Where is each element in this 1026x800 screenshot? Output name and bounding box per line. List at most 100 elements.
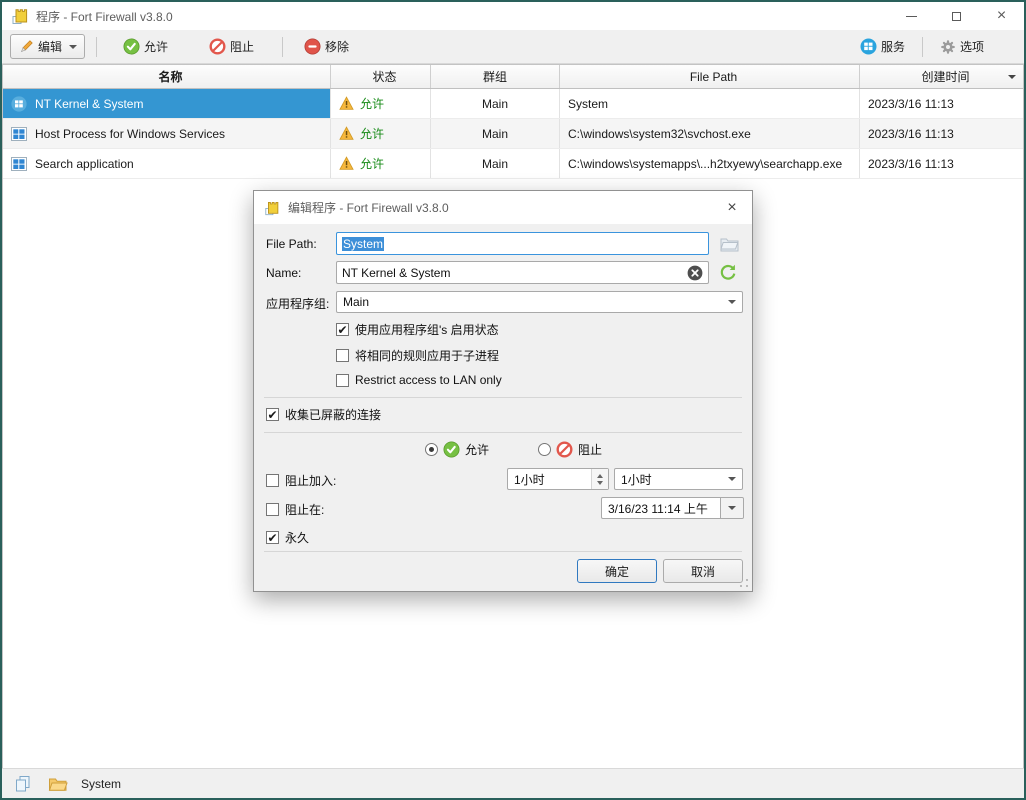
column-header-name[interactable]: 名称	[3, 65, 331, 88]
maximize-button[interactable]	[934, 2, 979, 30]
block-at-checkbox[interactable]: 阻止在:	[266, 501, 324, 518]
cell-group: Main	[431, 89, 560, 118]
lan-only-checkbox[interactable]: Restrict access to LAN only	[336, 373, 502, 387]
copy-path-icon[interactable]	[14, 775, 32, 793]
status-bar: System	[2, 768, 1024, 798]
main-toolbar: 编辑 允许 阻止 移除	[2, 30, 1024, 64]
cell-status: 允许	[331, 89, 431, 118]
cell-filepath: C:\windows\system32\svchost.exe	[560, 119, 860, 148]
window-title: 程序 - Fort Firewall v3.8.0	[36, 8, 173, 25]
spinner-buttons[interactable]	[591, 469, 608, 489]
open-folder-icon[interactable]	[48, 775, 68, 793]
cell-group: Main	[431, 119, 560, 148]
warning-triangle-icon	[339, 156, 354, 171]
block-radio-label: 阻止	[578, 441, 602, 458]
close-icon: ×	[727, 199, 736, 217]
remove-button[interactable]: 移除	[298, 35, 355, 58]
block-after-unit-select[interactable]: 1小时	[614, 468, 743, 490]
child-process-rules-checkbox[interactable]: 将相同的规则应用于子进程	[336, 347, 499, 364]
block-prohibition-icon	[209, 38, 226, 55]
sort-descending-icon	[1008, 75, 1016, 79]
allow-button[interactable]: 允许	[117, 35, 174, 58]
close-button[interactable]: ×	[979, 2, 1024, 30]
edit-button[interactable]: 编辑	[10, 34, 85, 59]
name-label: Name:	[266, 266, 301, 280]
app-window: 程序 - Fort Firewall v3.8.0 × 编辑 允许	[0, 0, 1026, 800]
windows-app-icon	[11, 96, 27, 112]
refresh-name-icon[interactable]	[719, 263, 737, 281]
cell-name: Host Process for Windows Services	[3, 119, 331, 148]
spin-down-icon	[597, 481, 603, 485]
checkbox-unchecked	[266, 503, 279, 516]
dialog-title-bar: 编辑程序 - Fort Firewall v3.8.0 ×	[254, 191, 752, 224]
block-after-label: 阻止加入:	[285, 472, 336, 489]
column-header-created[interactable]: 创建时间	[860, 65, 1023, 88]
cell-name: Search application	[3, 149, 331, 178]
cell-created: 2023/3/16 11:13	[860, 149, 1023, 178]
dialog-title: 编辑程序 - Fort Firewall v3.8.0	[288, 199, 449, 216]
status-path-label: System	[81, 777, 121, 791]
dialog-close-button[interactable]: ×	[712, 191, 752, 224]
allow-label: 允许	[144, 38, 168, 55]
separator	[264, 432, 742, 433]
edit-label: 编辑	[38, 38, 62, 55]
cancel-button[interactable]: 取消	[663, 559, 743, 583]
fort-firewall-logo-icon	[264, 200, 280, 216]
windows-app-icon	[11, 156, 27, 172]
permanent-label: 永久	[285, 529, 309, 546]
cell-group: Main	[431, 149, 560, 178]
remove-minus-icon	[304, 38, 321, 55]
block-radio[interactable]: 阻止	[538, 441, 602, 458]
chevron-down-icon	[728, 477, 736, 481]
separator	[264, 397, 742, 398]
clear-input-icon[interactable]	[687, 265, 703, 281]
block-prohibition-icon	[556, 441, 573, 458]
datetime-dropdown-button[interactable]	[720, 498, 743, 518]
child-process-rules-label: 将相同的规则应用于子进程	[355, 347, 499, 364]
collect-blocked-checkbox[interactable]: ✔ 收集已屏蔽的连接	[266, 406, 381, 423]
warning-triangle-icon	[339, 126, 354, 141]
edit-program-dialog: 编辑程序 - Fort Firewall v3.8.0 × File Path:…	[253, 190, 753, 592]
options-button[interactable]: 选项	[934, 35, 990, 58]
ok-button[interactable]: 确定	[577, 559, 657, 583]
block-at-label: 阻止在:	[285, 501, 324, 518]
services-windows-icon	[860, 38, 877, 55]
block-after-checkbox[interactable]: 阻止加入:	[266, 472, 336, 489]
toolbar-separator	[282, 37, 283, 57]
table-row[interactable]: NT Kernel & System 允许 Main System 2023/3…	[3, 89, 1023, 119]
table-row[interactable]: Search application 允许 Main C:\windows\sy…	[3, 149, 1023, 179]
cell-filepath: C:\windows\systemapps\...h2txyewy\search…	[560, 149, 860, 178]
windows-app-icon	[11, 126, 27, 142]
services-button[interactable]: 服务	[854, 35, 911, 58]
app-group-value: Main	[343, 295, 369, 309]
column-header-group[interactable]: 群组	[431, 65, 560, 88]
maximize-icon	[952, 12, 961, 21]
table-row[interactable]: Host Process for Windows Services 允许 Mai…	[3, 119, 1023, 149]
block-at-datetime-picker[interactable]: 3/16/23 11:14 上午	[601, 497, 744, 519]
file-path-input[interactable]: System	[336, 232, 709, 255]
block-button[interactable]: 阻止	[203, 35, 260, 58]
block-after-amount-value: 1小时	[514, 471, 545, 488]
cell-status: 允许	[331, 119, 431, 148]
gear-icon	[940, 39, 956, 55]
file-path-label: File Path:	[266, 237, 317, 251]
column-header-filepath[interactable]: File Path	[560, 65, 860, 88]
minimize-button[interactable]	[889, 2, 934, 30]
name-input[interactable]: NT Kernel & System	[336, 261, 709, 284]
separator	[264, 551, 742, 552]
chevron-down-icon	[69, 45, 77, 49]
column-header-status[interactable]: 状态	[331, 65, 431, 88]
permanent-checkbox[interactable]: ✔ 永久	[266, 529, 309, 546]
resize-grip[interactable]	[739, 578, 749, 588]
use-group-state-label: 使用应用程序组's 启用状态	[355, 321, 499, 338]
app-group-select[interactable]: Main	[336, 291, 743, 313]
file-path-value: System	[342, 237, 384, 251]
checkbox-unchecked	[266, 474, 279, 487]
allow-radio[interactable]: 允许	[425, 441, 489, 458]
use-group-state-checkbox[interactable]: ✔ 使用应用程序组's 启用状态	[336, 321, 499, 338]
app-group-label: 应用程序组:	[266, 295, 329, 312]
browse-folder-icon-disabled[interactable]	[720, 236, 739, 252]
block-after-amount-spinner[interactable]: 1小时	[507, 468, 609, 490]
services-label: 服务	[881, 38, 905, 55]
spin-up-icon	[597, 474, 603, 478]
